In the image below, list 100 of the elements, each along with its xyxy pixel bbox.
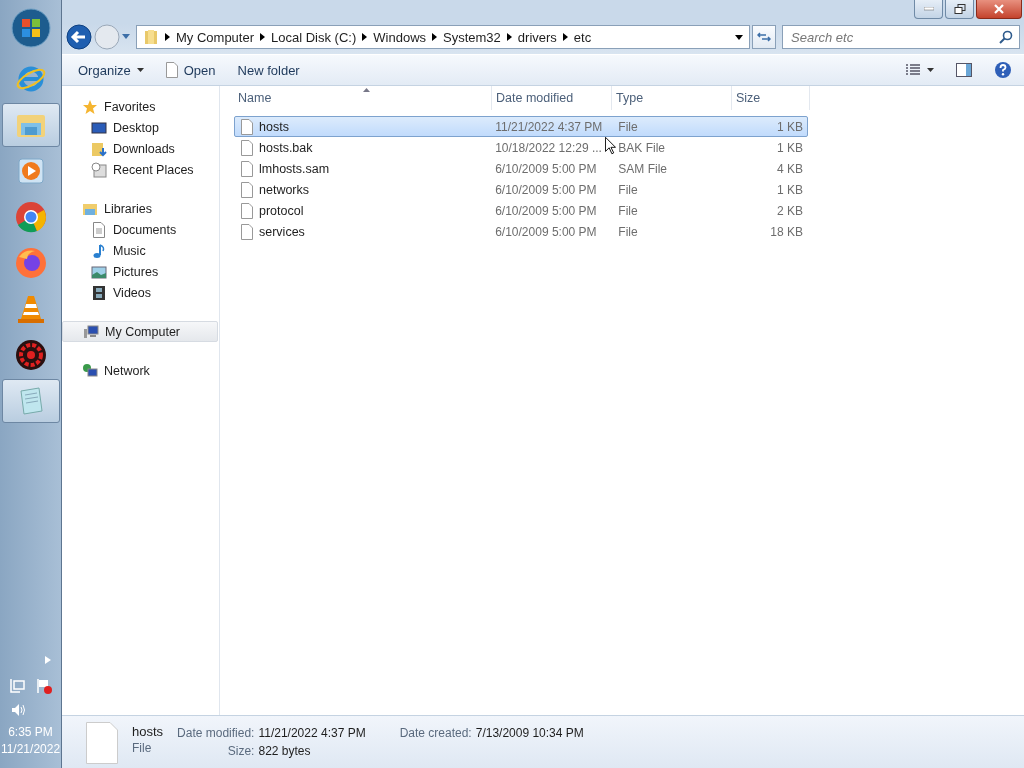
size-cell-text: 18 KB [769,224,804,239]
file-icon [241,223,253,240]
search-icon [999,30,1013,44]
date-cell: 10/18/2022 12:29 ... [495,140,602,155]
file-name: hosts [132,724,164,739]
breadcrumb[interactable]: System32 [443,29,501,45]
search-field[interactable]: Search etc [782,25,1020,49]
file-row[interactable]: lmhosts.sam 6/10/2009 5:00 PM SAM File 4 KB [234,158,808,179]
property-value: 7/13/2009 10:34 PM [475,726,584,740]
breadcrumb-arrow-icon[interactable] [260,33,266,41]
download-folder-icon [91,140,107,157]
file-icon [241,139,253,156]
file-icon [241,118,253,135]
file-name: hosts.bak [259,140,313,155]
caret-icon [136,68,144,72]
breadcrumb-arrow-icon[interactable] [165,33,170,41]
nav-item[interactable]: Documents [62,219,218,240]
date-cell: 6/10/2009 5:00 PM [495,182,597,197]
column-header[interactable]: Size [732,86,810,110]
close-button[interactable] [976,0,1022,19]
column-header[interactable]: Type [612,86,732,110]
file-row[interactable]: protocol 6/10/2009 5:00 PM File 2 KB [234,200,808,221]
nav-item[interactable]: My Computer [62,321,218,342]
date-cell: 11/21/2022 4:37 PM [495,119,603,134]
file-row[interactable]: hosts.bak 10/18/2022 12:29 ... BAK File 1 KB [234,137,808,158]
property-label: Date created: [399,726,472,740]
breadcrumb-arrow-icon[interactable] [506,33,512,41]
preview-pane-icon [956,63,972,77]
breadcrumb[interactable]: etc [573,29,592,45]
gear-icon [14,339,47,371]
close-icon [994,4,1004,14]
nav-item[interactable]: Downloads [62,138,218,159]
type-cell: File [618,203,638,218]
file-icon [86,722,118,764]
restore-button[interactable] [945,0,974,19]
file-icon [241,202,253,219]
start-button[interactable] [10,8,51,48]
file-row[interactable]: services 6/10/2009 5:00 PM File 18 KB [234,221,808,242]
breadcrumb[interactable]: drivers [517,29,557,45]
computer-icon [83,323,99,340]
nav-item[interactable]: Favorites [62,96,218,117]
search-input[interactable]: Search etc [789,28,999,46]
refresh-button[interactable] [752,25,776,49]
column-header[interactable]: Date modified [492,86,612,110]
new-folder-button[interactable]: New folder [233,60,304,80]
size-cell-text: 1 KB [776,140,804,155]
size-cell-text: 1 KB [776,182,804,197]
nav-item[interactable]: Recent Places [62,159,218,180]
help-icon [994,61,1012,79]
type-cell: File [618,224,638,239]
size-cell-text: 2 KB [776,203,804,218]
list-view-icon [905,64,921,76]
date-cell: 6/10/2009 5:00 PM [495,224,597,239]
nav-item[interactable]: Music [62,240,218,261]
mouse-pointer-icon [605,136,616,155]
sort-ascending-icon [362,88,370,92]
date-cell: 6/10/2009 5:00 PM [495,203,597,218]
nav-item[interactable]: Videos [62,282,218,303]
monitor-icon [91,119,107,136]
refresh-icon [757,31,771,43]
address-bar[interactable]: My Computer Local Disk (C:) Windows System32 drivers etc [136,25,750,49]
back-button[interactable] [66,24,92,50]
file-name: protocol [259,203,304,218]
nav-item[interactable]: Desktop [62,117,218,138]
breadcrumb[interactable]: Local Disk (C:) [271,29,357,45]
size-cell-text: 1 KB [776,119,804,134]
breadcrumb[interactable]: Windows [373,29,427,45]
column-header[interactable]: Name [234,86,492,110]
file-row[interactable]: hosts 11/21/2022 4:37 PM File 1 KB [234,116,808,137]
nav-item[interactable]: Network [62,360,218,381]
chrome-icon [14,201,47,233]
property-value: 11/21/2022 4:37 PM [258,726,366,740]
file-icon [165,62,178,78]
flag-error-icon[interactable] [35,678,52,694]
speaker-icon[interactable] [10,702,26,718]
breadcrumb[interactable]: My Computer [176,29,255,45]
film-icon [91,284,107,301]
minimize-icon [923,7,934,11]
file-row[interactable]: networks 6/10/2009 5:00 PM File 1 KB [234,179,808,200]
property-label: Date modified: [177,726,255,740]
type-cell: File [618,119,638,134]
breadcrumb-arrow-icon[interactable] [562,33,568,41]
document-icon [91,221,107,238]
caret-icon [927,68,934,72]
property-value: 822 bytes [258,744,312,758]
recent-pages-caret-icon[interactable] [122,34,130,40]
open-button[interactable]: Open [161,60,220,80]
file-icon [241,181,253,198]
breadcrumb-arrow-icon[interactable] [432,33,438,41]
file-name: lmhosts.sam [259,161,330,176]
breadcrumb-arrow-icon[interactable] [362,33,368,41]
property-label: Size: [226,744,255,758]
nav-item[interactable]: Pictures [62,261,218,282]
organize-button[interactable]: Organize [74,60,148,80]
picture-icon [91,263,107,280]
network-icon [82,362,98,379]
nav-item[interactable]: Libraries [62,198,218,219]
restore-icon [953,4,966,14]
star-icon [82,98,98,115]
dropdown-caret-icon[interactable] [735,34,743,40]
